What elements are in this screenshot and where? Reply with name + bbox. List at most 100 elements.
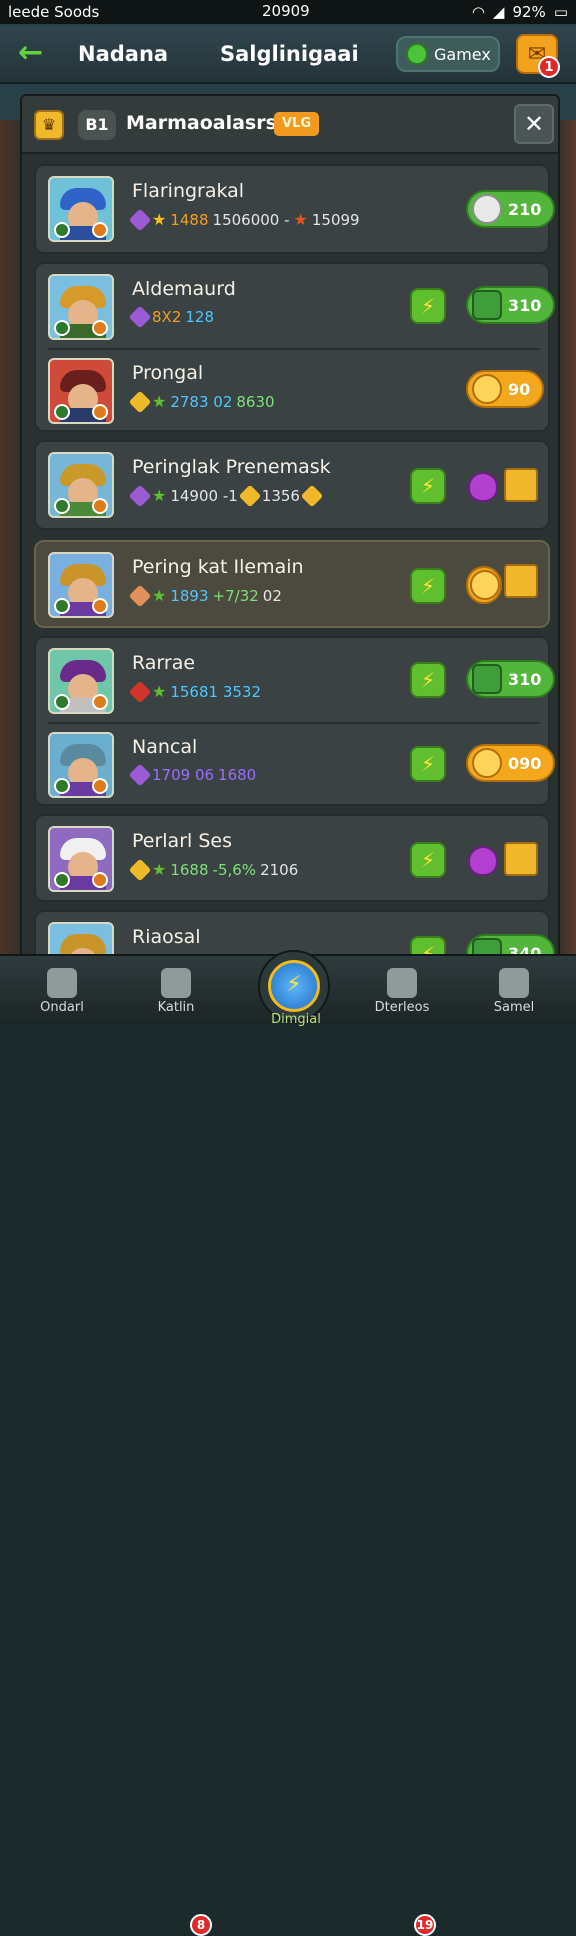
signal-icon: ◢ (492, 3, 505, 21)
chest-icon[interactable] (504, 468, 538, 502)
reward-button[interactable]: 210 (466, 190, 556, 228)
carrier-label: leede Soods (8, 3, 100, 21)
star-icon: ★ (293, 210, 308, 229)
rank-badge: B1 (78, 110, 116, 140)
nav-profile[interactable]: Samel (464, 956, 564, 1026)
star-icon: ★ (152, 392, 167, 411)
nav-label: Samel (493, 1000, 535, 1015)
table-row[interactable]: Pering kat Ilemain ★ 1893 +7/32 02 ⚡ (36, 542, 548, 628)
boost-button[interactable]: ⚡ (410, 288, 446, 324)
stat-value: 8630 (236, 392, 275, 411)
reward-button[interactable]: 310 (466, 660, 556, 698)
table-row[interactable]: Prongal ★ 2783 02 8630 90 (36, 348, 548, 434)
potion-icon[interactable] (468, 472, 498, 502)
back-arrow-icon[interactable]: ← (18, 38, 58, 70)
team-icon (161, 968, 191, 998)
stat-value: 2783 02 (170, 392, 233, 411)
avatar (48, 552, 114, 618)
level-icon (54, 778, 70, 794)
leaderboard-panel: ♛ B1 Marmaoalasrs VLG ✕ Flaringrakal ★ 1… (20, 94, 560, 960)
stat-value: 02 (262, 586, 282, 605)
level-icon (54, 498, 70, 514)
panel-title: Marmaoalasrs (126, 112, 277, 134)
nav-label: Katlin (157, 1000, 195, 1015)
player-card[interactable]: Flaringrakal ★ 1488 1506000 - ★ 15099 21… (34, 164, 556, 254)
shield-icon (472, 194, 502, 224)
boost-button[interactable]: ⚡ (410, 468, 446, 504)
table-row[interactable]: Perlarl Ses ★ 1688 -5,6% 2106 ⚡ (36, 816, 548, 902)
games-button[interactable]: Gamex (396, 36, 500, 72)
player-card-highlighted[interactable]: Pering kat Ilemain ★ 1893 +7/32 02 ⚡ (34, 540, 550, 628)
player-name: Nancal (132, 736, 198, 758)
boost-button[interactable]: ⚡ (410, 842, 446, 878)
level-icon (92, 222, 108, 238)
coin-icon (472, 374, 502, 404)
player-stats: 1709 06 1680 (128, 763, 257, 787)
player-card[interactable]: Rarrae ★ 15681 3532 ⚡ 310 Nancal 1709 06 (34, 636, 556, 808)
level-icon (92, 872, 108, 888)
gem-icon (238, 484, 262, 507)
nav-label: Dimgial (271, 1012, 321, 1027)
player-card[interactable]: Peringlak Prenemask ★ 14900 -1 1356 ⚡ (34, 440, 550, 530)
potion-icon[interactable] (468, 846, 498, 876)
stat-value: 1709 06 (152, 766, 215, 784)
nav-label: Dterleos (374, 1000, 430, 1015)
reward-value: 90 (508, 379, 531, 399)
close-button[interactable]: ✕ (514, 104, 554, 144)
nav-badge: 8 (190, 1914, 212, 1936)
gem-icon (128, 208, 152, 231)
reward-button[interactable]: 090 (466, 744, 556, 782)
player-card[interactable]: Aldemaurd 8X2 128 ⚡ 310 Prongal ★ 2783 0… (34, 262, 556, 434)
nav-quests[interactable]: Dterleos (352, 956, 452, 1026)
stat-value: 1356 (261, 486, 300, 505)
gem-icon (128, 763, 152, 787)
wifi-icon: ◠ (471, 3, 485, 21)
reward-button[interactable]: 90 (466, 370, 545, 408)
reward-value: 310 (508, 295, 542, 315)
table-row[interactable]: Peringlak Prenemask ★ 14900 -1 1356 ⚡ (36, 442, 548, 528)
nav-home[interactable]: Ondarl (12, 956, 112, 1026)
chest-icon[interactable] (504, 842, 538, 876)
coin-button[interactable] (466, 566, 502, 604)
battery-label: 92% (512, 3, 546, 21)
gem-icon (128, 390, 152, 413)
stat-value: 2106 (260, 860, 299, 879)
table-row[interactable]: Flaringrakal ★ 1488 1506000 - ★ 15099 21… (36, 166, 556, 252)
reward-value: 090 (508, 753, 542, 773)
table-row[interactable]: Nancal 1709 06 1680 ⚡ 090 (36, 722, 556, 808)
stat-value: 15099 (311, 210, 360, 229)
level-icon (92, 320, 108, 336)
nav-label: Ondarl (40, 1000, 84, 1015)
table-row[interactable]: Rarrae ★ 15681 3532 ⚡ 310 (36, 638, 556, 724)
table-row[interactable]: Aldemaurd 8X2 128 ⚡ 310 (36, 264, 556, 350)
nav-battle[interactable]: Katlin (126, 956, 226, 1026)
stat-value: 1506000 - (212, 210, 290, 229)
nav-center[interactable]: ⚡ Dimgial (258, 950, 330, 1027)
stat-value: 1688 (170, 860, 209, 879)
star-icon: ★ (152, 586, 167, 605)
emblem-icon (472, 290, 502, 320)
check-icon (387, 968, 417, 998)
avatar (48, 358, 114, 424)
games-label: Gamex (434, 44, 491, 64)
player-card[interactable]: Perlarl Ses ★ 1688 -5,6% 2106 ⚡ (34, 814, 550, 902)
player-name: Perlarl Ses (132, 830, 232, 852)
stat-value: 8X2 (152, 308, 182, 326)
chest-icon[interactable] (504, 564, 538, 598)
player-name: Peringlak Prenemask (132, 456, 331, 478)
boost-button[interactable]: ⚡ (410, 568, 446, 604)
emblem-icon (472, 664, 502, 694)
star-icon: ★ (152, 682, 167, 701)
status-right: ◠ ◢ 92% ▭ (472, 3, 568, 21)
reward-button[interactable]: 310 (466, 286, 556, 324)
level-icon (54, 872, 70, 888)
stat-value: 1680 (218, 766, 257, 784)
gem-icon (128, 584, 152, 607)
home-icon (47, 968, 77, 998)
boost-button[interactable]: ⚡ (410, 746, 446, 782)
mail-badge: 1 (538, 56, 560, 78)
boost-button[interactable]: ⚡ (410, 662, 446, 698)
level-icon (92, 404, 108, 420)
avatar (48, 274, 114, 340)
coin-icon (472, 748, 502, 778)
